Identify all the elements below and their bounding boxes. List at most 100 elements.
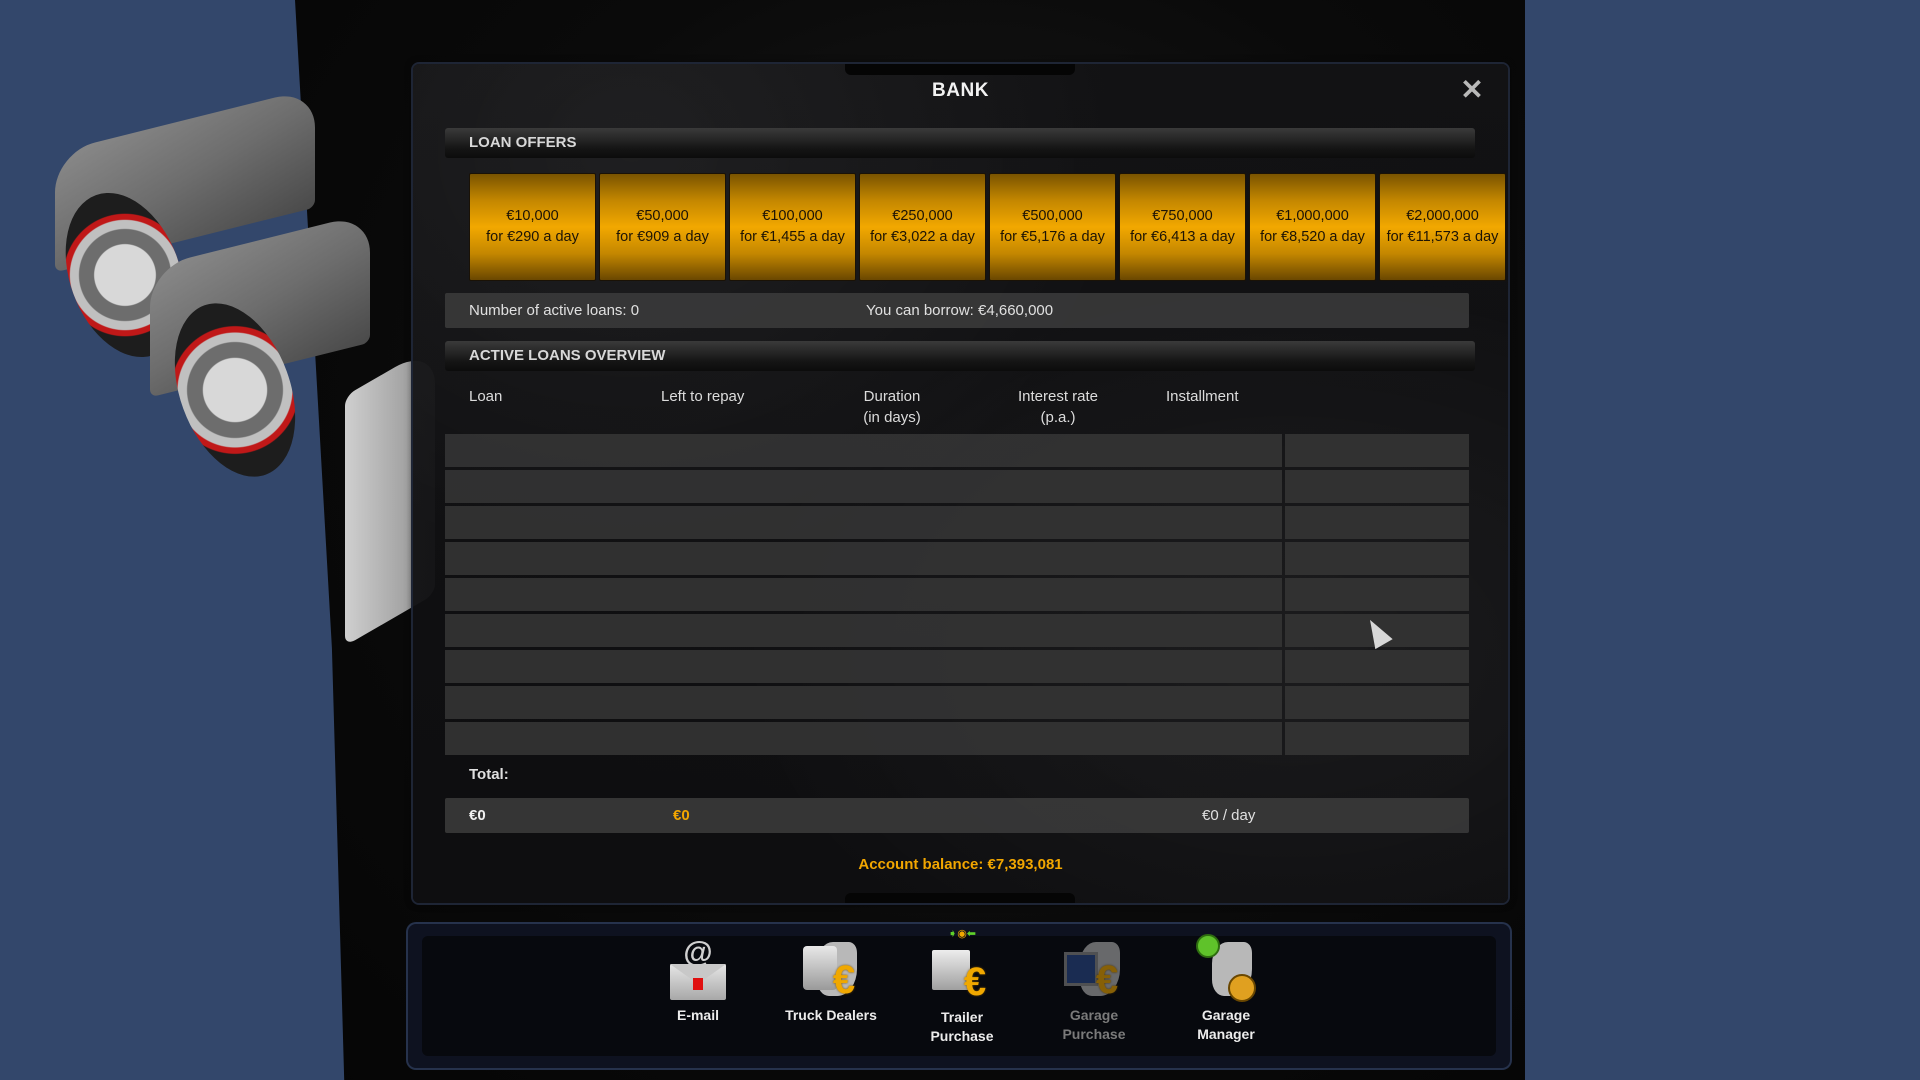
euro-icon: € xyxy=(1095,958,1119,1002)
toolbar-trailer-purchase[interactable]: ➧◉⬅ € Trailer Purchase xyxy=(902,928,1022,1046)
toolbar-email-label: E-mail xyxy=(676,1007,719,1023)
loans-table-body xyxy=(445,434,1469,758)
euro-icon: € xyxy=(832,958,856,1002)
label-line: Garage xyxy=(1201,1007,1251,1023)
bottom-toolbar: @ E-mail € Truck Dealers ➧◉⬅ € Trailer P… xyxy=(408,924,1510,1068)
loan-cell xyxy=(445,722,1282,755)
label-line: Manager xyxy=(1197,1026,1255,1042)
toolbar-email[interactable]: @ E-mail xyxy=(638,938,758,1025)
action-cell xyxy=(1285,722,1469,755)
offer-rate: for €6,413 a day xyxy=(1130,229,1235,245)
table-row xyxy=(445,578,1469,611)
loan-cell xyxy=(445,470,1282,503)
offer-rate: for €5,176 a day xyxy=(1000,229,1105,245)
active-loans-header: ACTIVE LOANS OVERVIEW xyxy=(445,341,1475,371)
label-line: Garage xyxy=(1069,1007,1119,1023)
loan-offer-button[interactable]: €100,000 for €1,455 a day xyxy=(729,173,856,281)
loan-offer-button[interactable]: €750,000 for €6,413 a day xyxy=(1119,173,1246,281)
active-loans-count: Number of active loans: 0 xyxy=(469,302,640,319)
column-header-interest-rate: Interest rate (p.a.) xyxy=(993,386,1123,428)
loan-offer-button[interactable]: €500,000 for €5,176 a day xyxy=(989,173,1116,281)
loan-cell xyxy=(445,578,1282,611)
window-bottom-tab xyxy=(845,893,1075,903)
loans-table-header: Loan Left to repay Duration (in days) In… xyxy=(445,386,1469,431)
totals-row: €0 €0 €0 / day xyxy=(445,798,1469,833)
table-row xyxy=(445,650,1469,683)
total-installment: €0 / day xyxy=(1202,807,1256,824)
offer-rate: for €290 a day xyxy=(486,229,579,245)
column-label: Interest rate xyxy=(1017,388,1099,405)
account-balance: Account balance: €7,393,081 xyxy=(858,856,1063,873)
action-cell xyxy=(1285,542,1469,575)
action-cell xyxy=(1285,434,1469,467)
offer-amount: €50,000 xyxy=(636,208,689,224)
loan-offer-button[interactable]: €250,000 for €3,022 a day xyxy=(859,173,986,281)
offer-amount: €1,000,000 xyxy=(1276,208,1349,224)
total-left-to-repay: €0 xyxy=(673,807,690,824)
toolbar-garage-purchase[interactable]: € Garage Purchase xyxy=(1034,938,1154,1044)
offer-amount: €250,000 xyxy=(892,208,953,224)
offer-amount: €100,000 xyxy=(762,208,823,224)
action-cell xyxy=(1285,650,1469,683)
table-row xyxy=(445,434,1469,467)
window-title: BANK xyxy=(932,80,989,101)
offer-rate: for €1,455 a day xyxy=(740,229,845,245)
loan-offers-header: LOAN OFFERS xyxy=(445,128,1475,158)
loan-cell xyxy=(445,614,1282,647)
column-header-duration: Duration (in days) xyxy=(842,386,942,428)
loan-cell xyxy=(445,506,1282,539)
loan-cell xyxy=(445,434,1282,467)
loan-cell xyxy=(445,686,1282,719)
action-cell xyxy=(1285,686,1469,719)
window-top-tab xyxy=(845,64,1075,75)
email-icon: @ xyxy=(666,938,730,1002)
loan-offer-button[interactable]: €50,000 for €909 a day xyxy=(599,173,726,281)
garage-manager-icon xyxy=(1194,934,1258,1002)
loan-offer-button[interactable]: €2,000,000 for €11,573 a day xyxy=(1379,173,1506,281)
action-cell xyxy=(1285,578,1469,611)
column-label: Duration xyxy=(863,388,921,405)
table-row xyxy=(445,614,1469,647)
loan-info-row: Number of active loans: 0 You can borrow… xyxy=(445,293,1469,328)
column-label: Installment xyxy=(1166,388,1239,405)
table-row xyxy=(445,470,1469,503)
toolbar-garage-purchase-label: Garage Purchase xyxy=(1034,1006,1154,1044)
table-row xyxy=(445,506,1469,539)
column-header-loan: Loan xyxy=(469,386,502,407)
toolbar-trailer-purchase-label: Trailer Purchase xyxy=(902,1008,1022,1046)
offer-amount: €750,000 xyxy=(1152,208,1213,224)
total-label: Total: xyxy=(469,766,509,783)
table-row xyxy=(445,686,1469,719)
offer-amount: €500,000 xyxy=(1022,208,1083,224)
total-loan: €0 xyxy=(469,807,486,824)
loan-cell xyxy=(445,542,1282,575)
action-cell xyxy=(1285,470,1469,503)
column-label-sub: (in days) xyxy=(863,409,921,426)
close-icon[interactable]: ✕ xyxy=(1458,76,1486,104)
borrow-limit: You can borrow: €4,660,000 xyxy=(866,302,1054,319)
offer-rate: for €909 a day xyxy=(616,229,709,245)
toolbar-garage-manager[interactable]: Garage Manager xyxy=(1166,934,1286,1044)
offer-rate: for €3,022 a day xyxy=(870,229,975,245)
bank-window: BANK ✕ LOAN OFFERS €10,000 for €290 a da… xyxy=(413,64,1508,903)
toolbar-truck-dealers[interactable]: € Truck Dealers xyxy=(771,938,891,1025)
truck-dealers-icon: € xyxy=(799,938,863,1002)
selection-indicator-icon: ➧◉⬅ xyxy=(947,928,977,940)
offer-rate: for €11,573 a day xyxy=(1386,229,1499,245)
offer-amount: €10,000 xyxy=(506,208,559,224)
loan-offer-button[interactable]: €1,000,000 for €8,520 a day xyxy=(1249,173,1376,281)
column-label: Left to repay xyxy=(661,388,745,405)
column-header-left-to-repay: Left to repay xyxy=(661,386,744,407)
label-line: Purchase xyxy=(1062,1026,1126,1042)
trailer-purchase-icon: € xyxy=(930,940,994,1004)
loan-offer-button[interactable]: €10,000 for €290 a day xyxy=(469,173,596,281)
column-header-installment: Installment xyxy=(1166,386,1239,407)
garage-purchase-icon: € xyxy=(1062,938,1126,1002)
toolbar-garage-manager-label: Garage Manager xyxy=(1166,1006,1286,1044)
action-cell xyxy=(1285,506,1469,539)
toolbar-truck-dealers-label: Truck Dealers xyxy=(785,1007,877,1023)
offer-rate: for €8,520 a day xyxy=(1260,229,1365,245)
column-label: Loan xyxy=(469,388,503,405)
loan-offers-list: €10,000 for €290 a day €50,000 for €909 … xyxy=(469,173,1506,281)
offer-amount: €2,000,000 xyxy=(1406,208,1479,224)
